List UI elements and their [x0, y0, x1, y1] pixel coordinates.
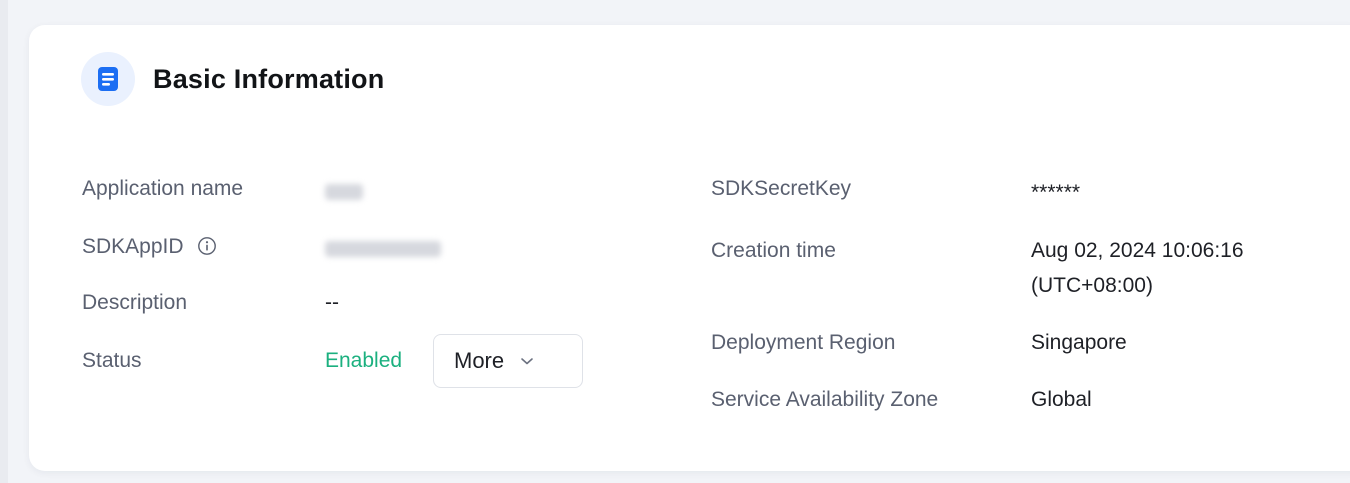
service-availability-zone-value: Global: [1031, 388, 1092, 411]
deployment-region-label: Deployment Region: [711, 331, 896, 354]
sdkappid-label: SDKAppID: [82, 235, 184, 258]
description-value: --: [325, 291, 339, 314]
more-button-label: More: [454, 348, 505, 373]
info-icon[interactable]: [197, 236, 217, 256]
application-name-value-redacted: [325, 184, 363, 200]
page-left-edge: [0, 0, 8, 483]
section-title: Basic Information: [153, 63, 385, 94]
sdkappid-value-redacted: [325, 241, 441, 257]
status-label: Status: [82, 349, 142, 372]
status-badge: Enabled: [325, 349, 403, 372]
creation-time-value-line1: Aug 02, 2024 10:06:16: [1031, 239, 1244, 262]
creation-time-value-line2: (UTC+08:00): [1031, 274, 1153, 297]
sdksecretkey-value: ******: [1031, 181, 1081, 204]
service-availability-zone-label: Service Availability Zone: [711, 388, 939, 411]
sdkappid-label-row: SDKAppID: [82, 235, 217, 259]
application-name-label: Application name: [82, 177, 244, 200]
document-icon: [81, 52, 135, 106]
chevron-down-icon: [520, 356, 534, 366]
deployment-region-value: Singapore: [1031, 331, 1127, 354]
basic-info-card: Basic Information Application name SDKAp…: [29, 25, 1350, 471]
more-button[interactable]: More: [433, 334, 583, 388]
section-header: Basic Information: [81, 52, 384, 106]
description-label: Description: [82, 291, 188, 314]
sdksecretkey-label: SDKSecretKey: [711, 177, 852, 200]
creation-time-label: Creation time: [711, 239, 836, 262]
